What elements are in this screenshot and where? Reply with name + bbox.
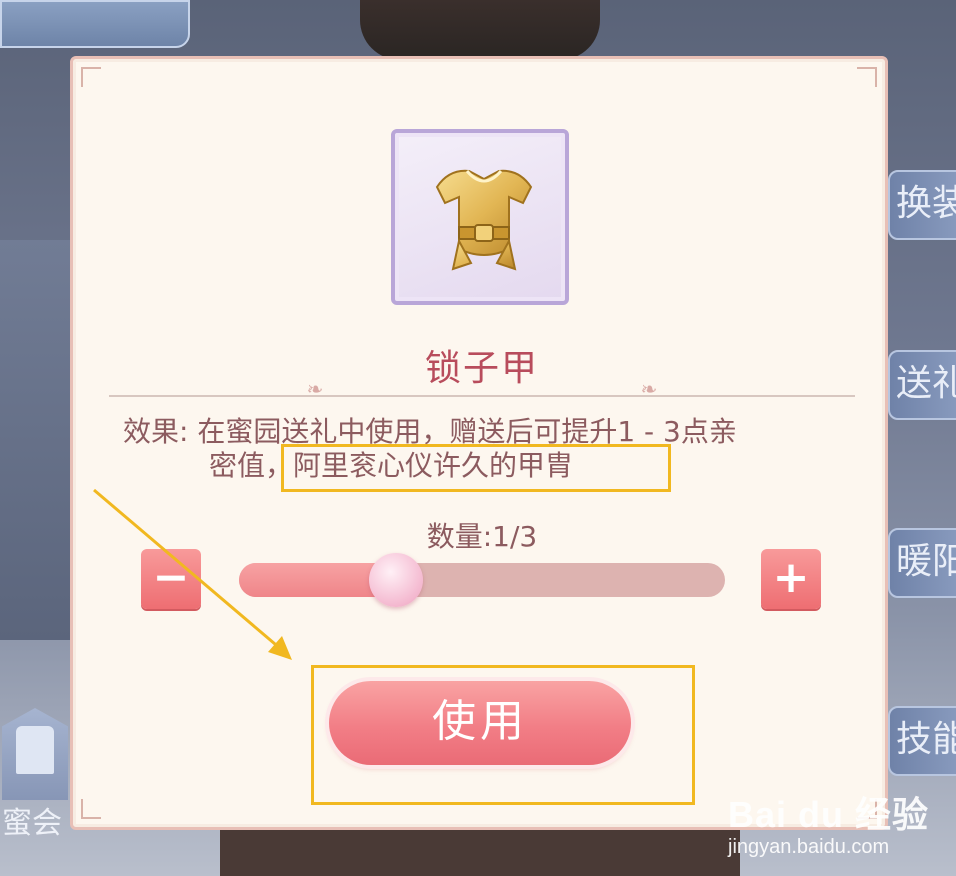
annotation-arrow bbox=[93, 488, 292, 660]
watermark-logo: Bai du 经验 bbox=[728, 794, 930, 835]
baidu-jingyan-watermark: Bai du 经验 jingyan.baidu.com bbox=[728, 786, 929, 859]
watermark-url: jingyan.baidu.com bbox=[728, 836, 890, 858]
